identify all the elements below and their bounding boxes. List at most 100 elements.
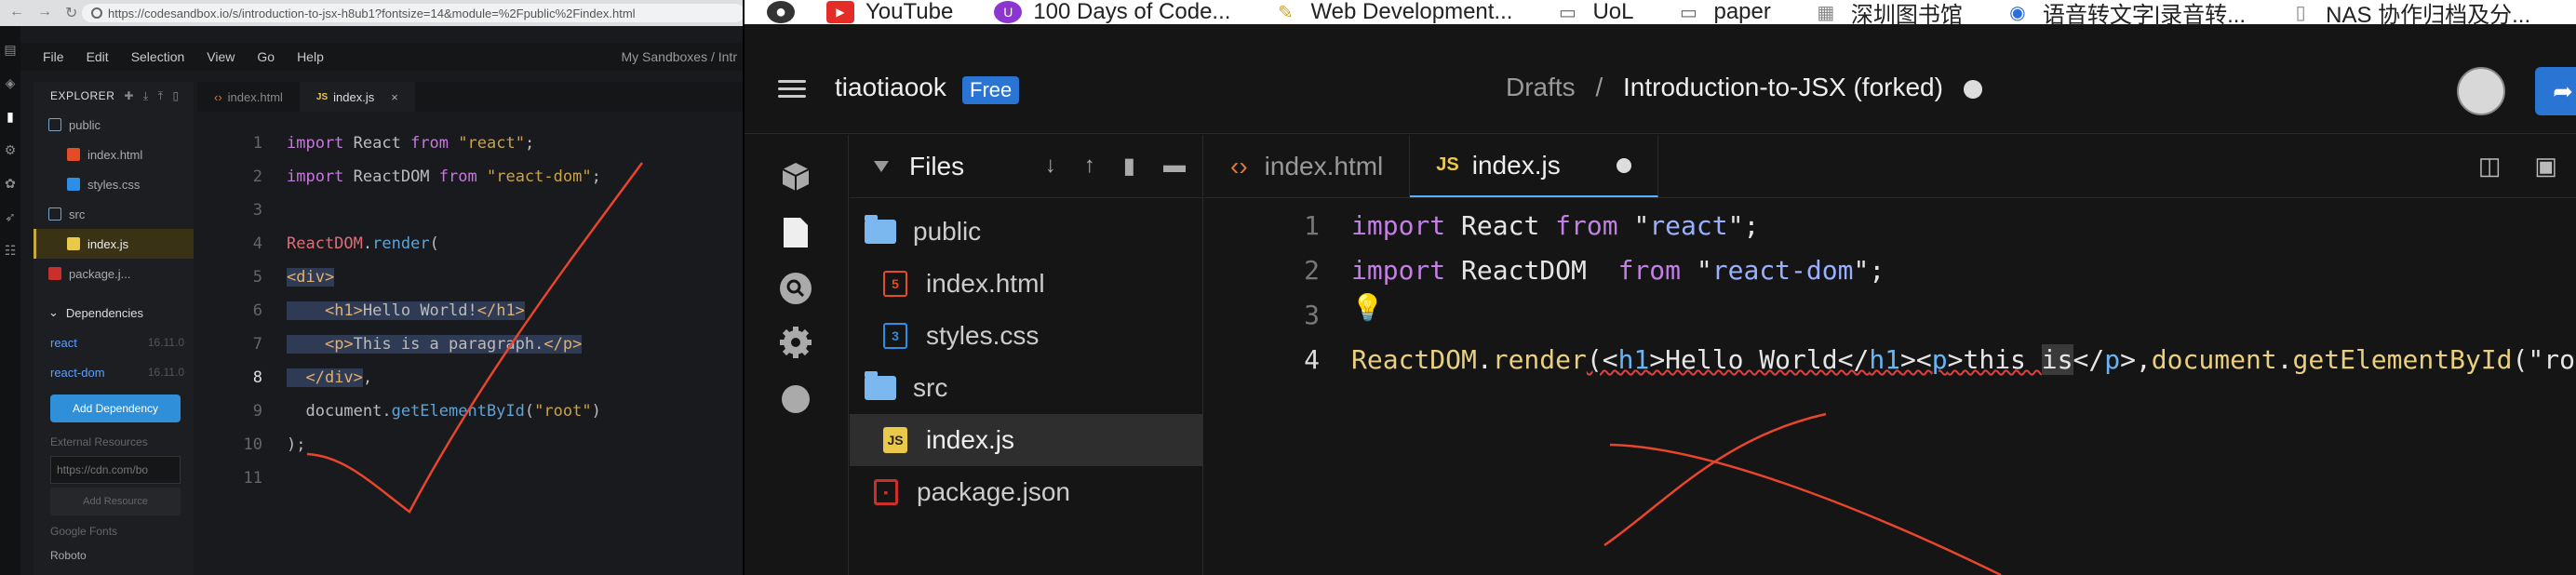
file-icon[interactable]: ▮ [2, 108, 19, 125]
bookmark-youtube[interactable]: ▶ YouTube [826, 0, 953, 25]
tree-file-styles-css[interactable]: styles.css [34, 169, 194, 199]
tree-folder-public[interactable]: public [850, 206, 1202, 258]
preview-icon[interactable]: ▣ [2534, 152, 2557, 181]
line-number: 4 [252, 234, 262, 253]
dependency-react-dom[interactable]: react-dom 16.11.0 [34, 357, 194, 387]
sandbox-title[interactable]: Introduction-to-JSX (forked) [1623, 73, 1943, 101]
bookmark-paper[interactable]: ▭ paper [1674, 0, 1771, 25]
hamburger-menu-icon[interactable] [778, 80, 806, 99]
tree-file-index-html[interactable]: 5 index.html [850, 258, 1202, 310]
forward-icon[interactable]: → [37, 4, 52, 22]
github-icon[interactable] [774, 375, 817, 418]
file-icon[interactable] [774, 211, 817, 254]
box-icon[interactable]: ◈ [2, 74, 19, 91]
bookmark-icon: ✎ [1278, 2, 1294, 23]
collapse-triangle-icon[interactable] [874, 160, 889, 172]
menu-edit[interactable]: Edit [87, 49, 109, 64]
code-line-1: import React from "react"; [287, 134, 535, 153]
code-line-4: ReactDOM.render(<h1>Hello World</h1><p>t… [1351, 344, 2576, 375]
reload-icon[interactable]: ↻ [65, 4, 77, 22]
code-editor[interactable]: 1 2 3 4 5 6 7 8 9 10 11 import React fro… [197, 119, 745, 575]
menu-view[interactable]: View [207, 49, 235, 64]
files-icon[interactable]: ▤ [2, 41, 19, 58]
line-number: 2 [1304, 255, 1320, 286]
voice-icon: ◉ [2009, 2, 2026, 23]
dependency-react[interactable]: react 16.11.0 [34, 328, 194, 357]
settings-icon[interactable]: ⚙ [2, 141, 19, 158]
new-file-icon[interactable]: ▮ [1123, 153, 1135, 180]
new-folder-icon[interactable]: ▬ [1163, 153, 1186, 180]
bookmark-github[interactable]: ● [767, 1, 795, 23]
add-resource-button[interactable]: Add Resource [50, 488, 181, 515]
tab-index-js[interactable]: JS index.js × [299, 82, 415, 112]
lightbulb-icon[interactable]: 💡 [1351, 292, 1384, 323]
bookmark-voice-to-text[interactable]: ◉ 语音转文字|录音转... [2004, 0, 2246, 29]
bookmark-100-days[interactable]: U 100 Days of Code... [994, 0, 1230, 25]
bookmark-nas[interactable]: ▯ NAS 协作归档及分... [2287, 0, 2531, 29]
line-number: 10 [243, 435, 262, 454]
tab-index-html[interactable]: ‹› index.html [1204, 135, 1411, 197]
breadcrumb-folder[interactable]: Drafts [1506, 73, 1576, 101]
sandbox-breadcrumb[interactable]: My Sandboxes / Intr [621, 49, 737, 64]
file-icon[interactable]: ▯ [173, 89, 180, 102]
font-select[interactable]: Roboto [34, 543, 194, 568]
url-field[interactable]: https://codesandbox.io/s/introduction-to… [82, 4, 745, 22]
download-icon[interactable]: ⤓ [143, 89, 149, 103]
box-icon[interactable] [774, 155, 817, 198]
tree-folder-src[interactable]: src [34, 199, 194, 229]
tree-file-index-js[interactable]: JS index.js [850, 414, 1202, 466]
unsaved-dot-icon[interactable] [1616, 157, 1631, 173]
menu-go[interactable]: Go [257, 49, 275, 64]
sort-up-icon[interactable]: ↑ [1084, 153, 1095, 180]
split-view-icon[interactable]: ◫ [2478, 152, 2502, 181]
line-number: 1 [252, 134, 262, 153]
tree-file-index-js[interactable]: index.js [34, 229, 194, 259]
external-resource-input[interactable]: https://cdn.com/bo [50, 456, 181, 484]
external-resources-label: External Resources [50, 435, 148, 448]
avatar[interactable] [2457, 67, 2505, 115]
menu-selection[interactable]: Selection [131, 49, 185, 64]
files-panel: Files ↓ ↑ ▮ ▬ public 5 index.html 3 styl… [850, 135, 1203, 575]
github-icon: ● [767, 1, 795, 23]
close-icon[interactable]: × [391, 90, 398, 104]
line-number: 7 [252, 335, 262, 354]
tree-file-styles-css[interactable]: 3 styles.css [850, 310, 1202, 362]
search-icon[interactable] [774, 267, 817, 310]
tree-folder-src[interactable]: src [850, 362, 1202, 414]
tab-index-html[interactable]: ‹› index.html [197, 82, 300, 112]
upload-icon[interactable]: ⤒ [158, 89, 164, 103]
app-header: tiaotiaook Free Drafts / Introduction-to… [745, 45, 2576, 134]
code-line-5: <div> [287, 268, 335, 287]
dependencies-header[interactable]: ⌄ Dependencies [34, 298, 194, 328]
tree-folder-public[interactable]: public [34, 110, 194, 140]
tree-file-package-json[interactable]: ▪ package.json [850, 466, 1202, 518]
js-icon: JS [315, 91, 329, 102]
tab-index-js[interactable]: JS index.js [1410, 135, 1658, 197]
add-dependency-button[interactable]: Add Dependency [50, 394, 181, 422]
tree-file-package-json[interactable]: package.j... [34, 259, 194, 288]
globe-icon[interactable] [1963, 79, 1982, 99]
js-file-icon [67, 237, 80, 250]
sort-down-icon[interactable]: ↓ [1045, 153, 1056, 180]
code-line-4: ReactDOM.render( [287, 234, 439, 253]
menu-help[interactable]: Help [297, 49, 324, 64]
breadcrumb-separator: / [1595, 73, 1603, 101]
code-line-1: import React from "react"; [1351, 210, 1760, 241]
bookmark-web-development[interactable]: ✎ Web Development... [1271, 0, 1512, 25]
tree-file-index-html[interactable]: index.html [34, 140, 194, 169]
users-icon[interactable]: ☷ [2, 242, 19, 259]
bookmark-uol[interactable]: ▭ UoL [1553, 0, 1633, 25]
username[interactable]: tiaotiaook [835, 73, 946, 102]
share-button[interactable]: ➦ [2535, 67, 2576, 115]
code-editor[interactable]: 1 2 3 4 import React from "react"; impor… [1204, 199, 2576, 575]
folder-icon: ▭ [1558, 2, 1576, 23]
back-icon[interactable]: ← [9, 4, 24, 22]
gear-icon[interactable]: ✿ [2, 175, 19, 192]
js-icon: JS [1436, 154, 1459, 175]
rocket-icon[interactable]: ➶ [2, 208, 19, 225]
new-file-icon[interactable]: ✚ [124, 89, 134, 102]
menu-file[interactable]: File [43, 49, 64, 64]
gear-icon[interactable] [774, 321, 817, 364]
bookmark-shenzhen-library[interactable]: ▦ 深圳图书馆 [1812, 0, 1962, 29]
editor-tab-bar: ‹› index.html JS index.js ◫ ▣ [1204, 135, 2576, 198]
